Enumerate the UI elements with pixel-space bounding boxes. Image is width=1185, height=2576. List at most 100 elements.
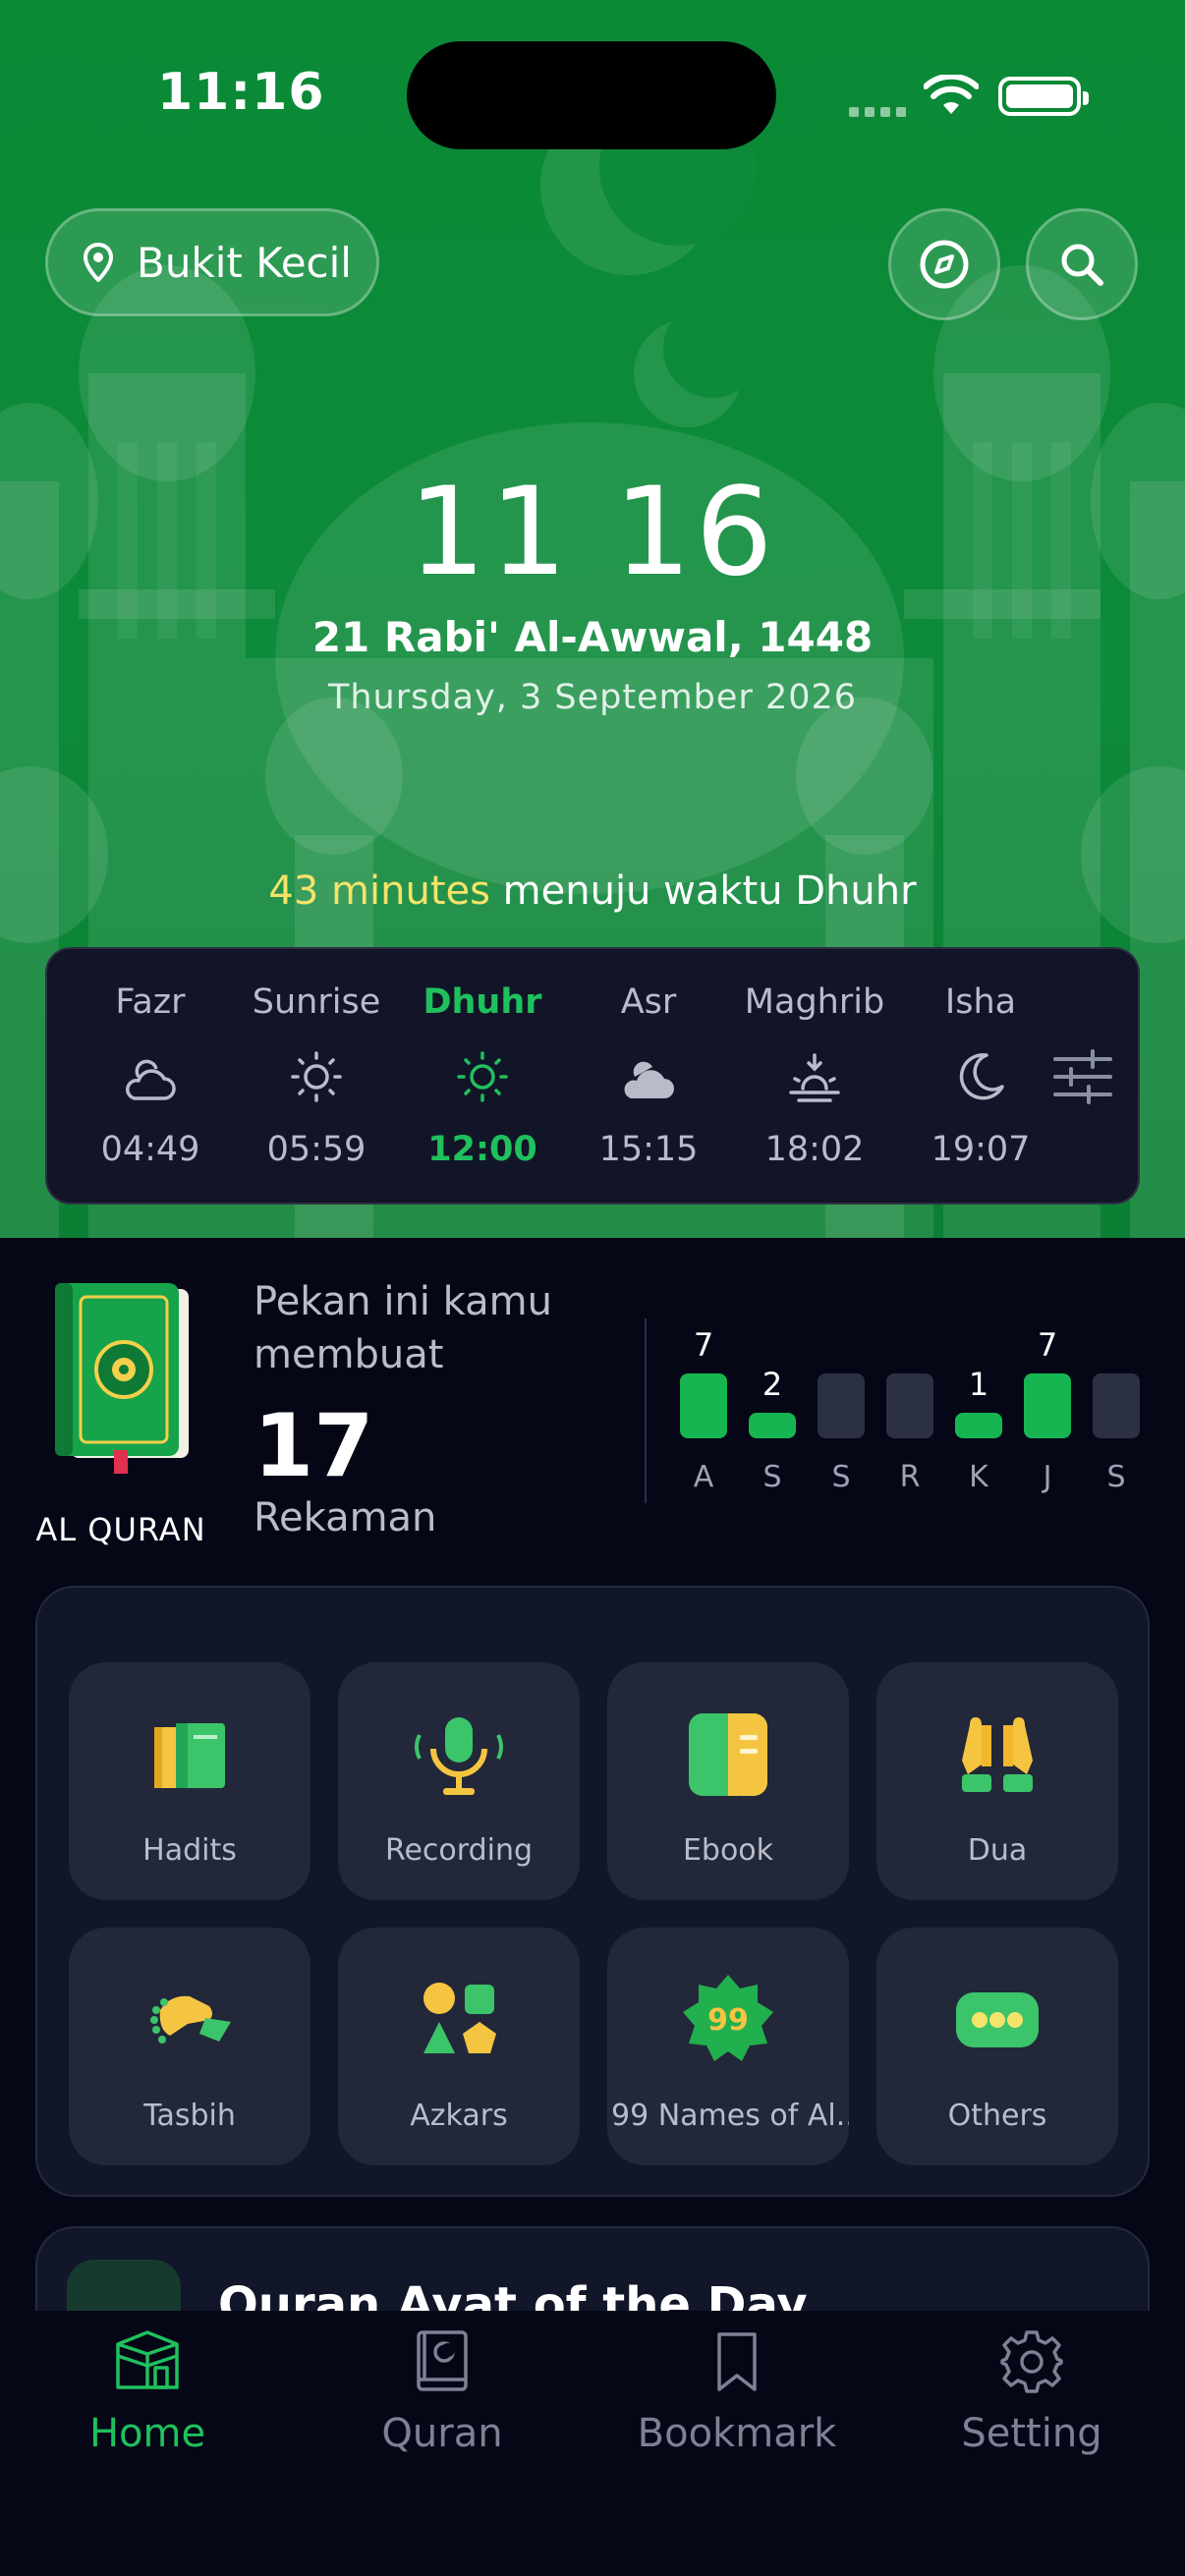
99-names-icon: 99 <box>683 1975 773 2061</box>
feature-hadits[interactable]: Hadits <box>69 1662 310 1900</box>
feature-grid-card: Hadits Recording Ebook Dua Tasbih Azkars… <box>35 1586 1150 2197</box>
location-selector[interactable]: Bukit Kecil <box>45 208 379 316</box>
shapes-icon <box>423 1983 496 2053</box>
day-count: 1 <box>968 1366 989 1403</box>
day-bar: S <box>1093 1316 1140 1503</box>
bookmark-icon <box>717 2332 757 2391</box>
more-dots-icon <box>956 1992 1039 2047</box>
prayer-name: Fazr <box>115 982 186 1022</box>
day-label: J <box>1043 1460 1052 1494</box>
nav-label: Quran <box>381 2411 503 2456</box>
feature-99-names[interactable]: 99 99 Names of Al... <box>607 1928 849 2165</box>
search-button[interactable] <box>1026 208 1138 320</box>
nav-bookmark[interactable]: Bookmark <box>590 2328 884 2476</box>
day-bar: 2 S <box>749 1316 796 1503</box>
gregorian-date: Thursday, 3 September 2026 <box>327 678 858 717</box>
al-quran-book-icon[interactable] <box>51 1283 195 1476</box>
weekly-recording-count: 17 <box>254 1395 374 1496</box>
al-quran-label: AL QURAN <box>35 1511 206 1548</box>
nav-label: Home <box>88 2411 206 2456</box>
feature-label: Hadits <box>142 1833 237 1868</box>
feature-tasbih[interactable]: Tasbih <box>69 1928 310 2165</box>
compass-icon <box>920 240 969 289</box>
settings-sliders-icon[interactable] <box>1051 1047 1114 1106</box>
feature-label: Ebook <box>682 1833 774 1868</box>
search-icon <box>1061 244 1103 286</box>
feature-label: Others <box>947 2099 1047 2133</box>
day-bar-fill <box>680 1373 727 1438</box>
day-bar: R <box>886 1316 933 1503</box>
wifi-icon <box>924 75 979 114</box>
svg-text:99: 99 <box>707 2003 749 2038</box>
day-count: 7 <box>693 1326 714 1364</box>
nav-quran[interactable]: Quran <box>295 2328 590 2476</box>
feature-recording[interactable]: Recording <box>338 1662 580 1900</box>
prayer-name: Maghrib <box>744 982 885 1022</box>
feature-label: 99 Names of Al... <box>611 2099 849 2133</box>
prayer-dhuhr[interactable]: Dhuhr 12:00 <box>399 949 566 1206</box>
day-bar-fill <box>1093 1373 1140 1438</box>
hijri-date: 21 Rabi' Al-Awwal, 1448 <box>311 613 874 661</box>
prayer-time: 04:49 <box>100 1130 200 1169</box>
prayer-name: Dhuhr <box>423 982 542 1022</box>
sunset-icon <box>789 1053 840 1102</box>
day-label: R <box>899 1460 921 1494</box>
day-bar: 7 J <box>1024 1316 1071 1503</box>
bottom-navigation: Home Quran Bookmark Setting <box>0 2311 1185 2576</box>
prayer-name: Isha <box>944 982 1017 1022</box>
feature-label: Recording <box>384 1833 534 1868</box>
day-bar-fill <box>886 1373 933 1438</box>
day-bar-fill <box>818 1373 865 1438</box>
weekly-recording-unit: Rekaman <box>254 1495 437 1540</box>
prayer-asr[interactable]: Asr 15:15 <box>565 949 732 1206</box>
feature-label: Tasbih <box>143 2099 236 2133</box>
day-bar: S <box>818 1316 865 1503</box>
prayer-isha[interactable]: Isha 19:07 <box>897 949 1064 1206</box>
quran-book-icon <box>417 2330 468 2391</box>
day-bar: 7 A <box>680 1316 727 1503</box>
feature-dua[interactable]: Dua <box>876 1662 1118 1900</box>
day-label: S <box>831 1460 851 1494</box>
prayer-time: 12:00 <box>427 1130 537 1169</box>
day-count: 7 <box>1037 1326 1058 1364</box>
sun-icon <box>457 1051 508 1102</box>
day-label: S <box>762 1460 782 1494</box>
prayer-fazr[interactable]: Fazr 04:49 <box>67 949 234 1206</box>
gear-icon <box>1000 2330 1063 2393</box>
dynamic-island <box>407 41 776 149</box>
hero-header: 11:16 Bukit Kecil 11 16 21 Rabi' Al-Awwa… <box>0 0 1185 1238</box>
prayer-sunrise[interactable]: Sunrise 05:59 <box>233 949 400 1206</box>
prayer-time: 18:02 <box>764 1130 865 1169</box>
home-kaaba-icon <box>116 2330 179 2389</box>
cellular-signal-icon <box>849 102 912 121</box>
praying-hands-icon <box>962 1717 1033 1792</box>
day-bar-fill <box>749 1413 796 1438</box>
tasbih-hand-icon <box>150 1995 231 2044</box>
countdown-text: menuju waktu Dhuhr <box>489 868 917 914</box>
qibla-compass-button[interactable] <box>888 208 1000 320</box>
feature-ebook[interactable]: Ebook <box>607 1662 849 1900</box>
nav-home[interactable]: Home <box>0 2328 295 2476</box>
feature-others[interactable]: Others <box>876 1928 1118 2165</box>
battery-icon <box>998 77 1089 116</box>
day-count: 2 <box>762 1366 783 1403</box>
current-time-display: 11 16 <box>408 462 777 603</box>
nav-setting[interactable]: Setting <box>884 2328 1179 2476</box>
feature-label: Dua <box>967 1833 1028 1868</box>
location-label: Bukit Kecil <box>137 238 352 287</box>
cloud-icon <box>624 1061 674 1098</box>
day-bar-fill <box>1024 1373 1071 1438</box>
nav-label: Bookmark <box>637 2411 837 2456</box>
status-time: 11:16 <box>157 63 325 122</box>
prayer-name: Sunrise <box>252 982 381 1022</box>
nav-label: Setting <box>961 2411 1102 2456</box>
books-icon <box>154 1723 225 1788</box>
prayer-times-card[interactable]: Fazr 04:49 Sunrise 05:59 Dhuhr 12:00 Asr… <box>45 947 1140 1204</box>
prayer-time: 05:59 <box>266 1130 367 1169</box>
microphone-icon <box>415 1717 503 1795</box>
next-prayer-countdown: 43 minutes menuju waktu Dhuhr <box>0 868 1185 914</box>
prayer-maghrib[interactable]: Maghrib 18:02 <box>731 949 898 1206</box>
feature-azkars[interactable]: Azkars <box>338 1928 580 2165</box>
prayer-time: 15:15 <box>598 1130 699 1169</box>
day-bar-fill <box>955 1413 1002 1438</box>
